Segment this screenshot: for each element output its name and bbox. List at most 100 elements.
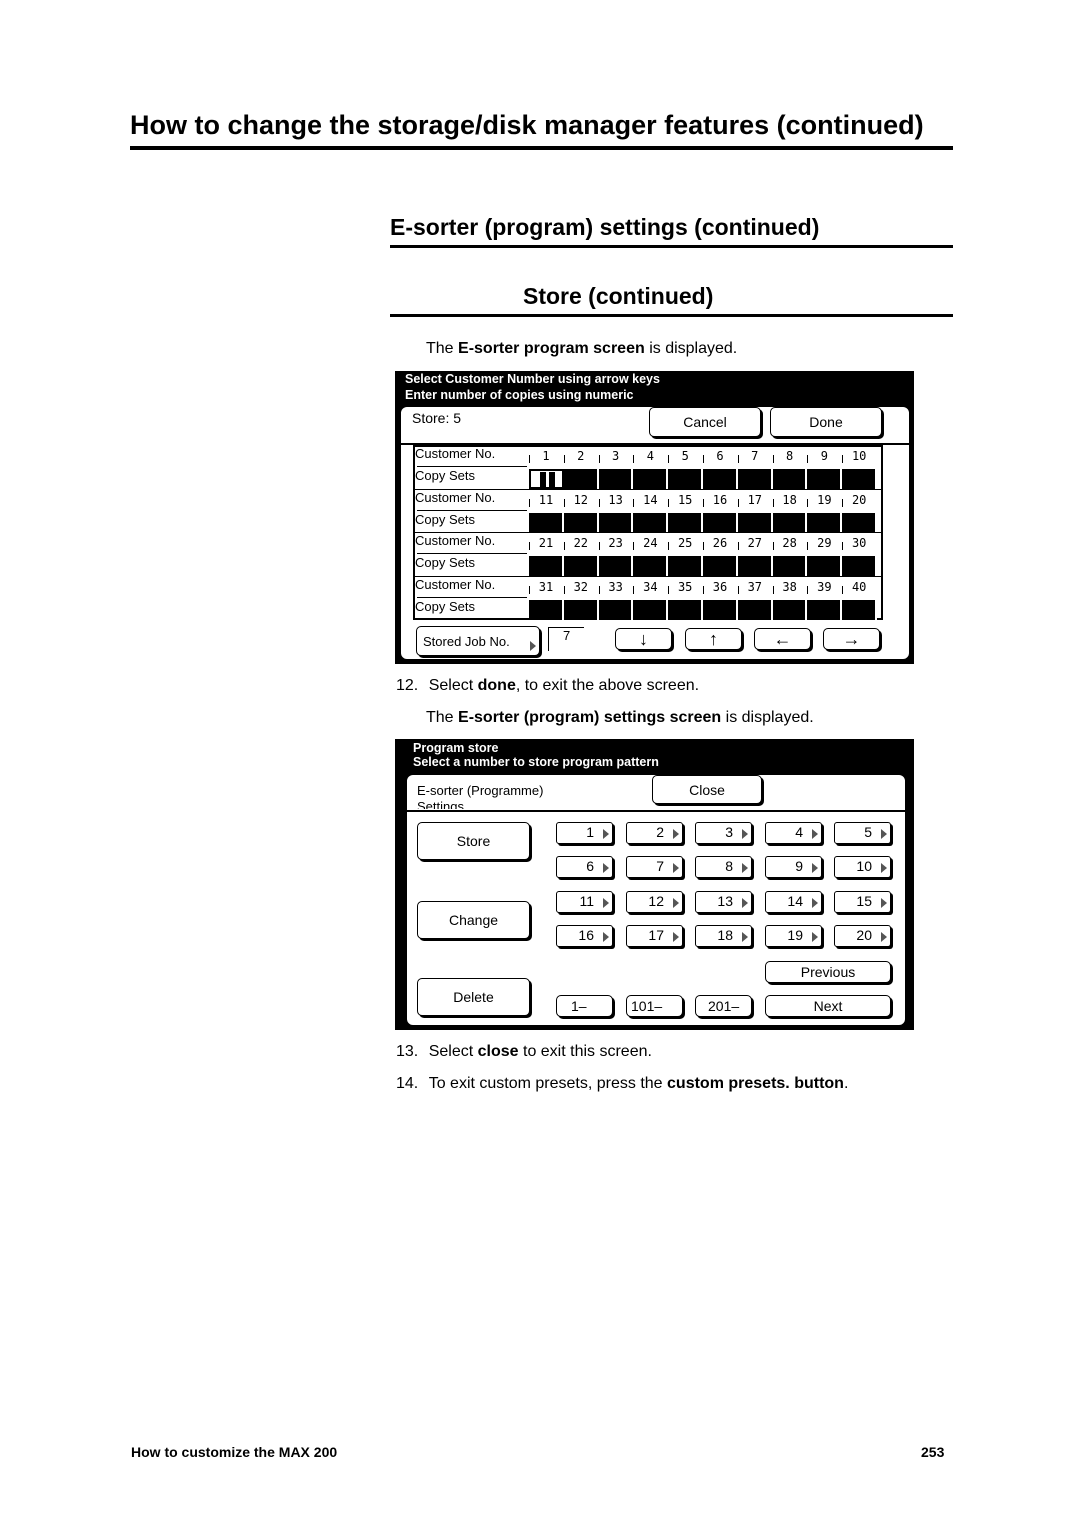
cancel-button[interactable]: Cancel <box>649 407 761 437</box>
customer-no-label: Customer No. <box>415 489 496 505</box>
arrow-left-button[interactable]: ← <box>754 628 811 650</box>
copy-sets-cell[interactable] <box>772 599 808 620</box>
copy-sets-cell[interactable] <box>668 599 703 620</box>
program-number-button[interactable]: 1 <box>556 822 613 844</box>
copy-sets-cell[interactable] <box>807 599 843 620</box>
stored-job-no-button[interactable]: Stored Job No. <box>416 626 540 656</box>
close-button[interactable]: Close <box>652 775 762 804</box>
customer-no-label: Customer No. <box>415 446 496 461</box>
copy-sets-cell[interactable] <box>529 556 564 576</box>
program-number-button[interactable]: 6 <box>556 856 613 878</box>
copy-sets-cell[interactable] <box>633 512 669 533</box>
delete-button[interactable]: Delete <box>417 978 530 1016</box>
step-14: 14. To exit custom presets, press the cu… <box>396 1075 849 1092</box>
customer-number: 2 <box>577 449 585 463</box>
store-button[interactable]: Store <box>417 822 530 860</box>
program-number-button[interactable]: 10 <box>834 856 891 878</box>
copy-sets-cell[interactable] <box>598 556 634 576</box>
program-number-button[interactable]: 11 <box>556 891 613 913</box>
program-number-button[interactable]: 19 <box>765 925 822 947</box>
copy-sets-cell[interactable] <box>598 512 634 533</box>
program-number-button[interactable]: 4 <box>765 822 822 844</box>
program-number-button[interactable]: 16 <box>556 925 613 947</box>
copy-sets-cell[interactable] <box>807 512 843 533</box>
triangle-right-icon <box>881 932 887 942</box>
screen-title: Program store <box>413 741 499 755</box>
range-1-button[interactable]: 1– <box>556 995 613 1017</box>
program-number-button[interactable]: 13 <box>695 891 752 913</box>
copy-sets-cell[interactable] <box>772 556 808 576</box>
copy-sets-cell[interactable] <box>772 512 808 533</box>
program-number-button[interactable]: 7 <box>626 856 683 878</box>
range-101-button[interactable]: 101– <box>626 995 683 1017</box>
next-button[interactable]: Next <box>765 995 891 1017</box>
copy-sets-cell[interactable] <box>668 469 703 489</box>
program-number-button[interactable]: 17 <box>626 925 683 947</box>
copy-sets-cell[interactable] <box>842 599 877 620</box>
program-number-button[interactable]: 9 <box>765 856 822 878</box>
copy-sets-cell[interactable] <box>668 512 703 533</box>
customer-number: 10 <box>851 449 867 463</box>
copy-sets-cell[interactable] <box>668 556 703 576</box>
copy-sets-cell[interactable] <box>737 469 773 489</box>
copy-sets-label: Copy Sets <box>415 555 475 570</box>
triangle-right-icon <box>742 898 748 908</box>
copy-sets-cell[interactable] <box>563 512 599 533</box>
program-number-button[interactable]: 8 <box>695 856 752 878</box>
copy-sets-cell[interactable] <box>529 512 564 533</box>
copy-sets-cell[interactable] <box>703 469 738 489</box>
copy-sets-cell[interactable] <box>598 599 634 620</box>
screen-instruction-2: Enter number of copies using numeric <box>405 388 634 402</box>
program-number-button[interactable]: 14 <box>765 891 822 913</box>
done-button[interactable]: Done <box>770 407 882 437</box>
copy-sets-cell[interactable] <box>807 556 843 576</box>
copy-sets-cell[interactable] <box>807 469 843 489</box>
copy-sets-cell[interactable] <box>842 556 877 576</box>
customer-number: 11 <box>538 492 554 507</box>
copy-sets-cell[interactable] <box>633 469 669 489</box>
customer-number: 24 <box>643 536 658 550</box>
copy-sets-cell[interactable] <box>563 469 599 489</box>
customer-number: 3 <box>611 449 620 463</box>
program-number-button[interactable]: 18 <box>695 925 752 947</box>
copy-sets-cell[interactable] <box>703 556 738 576</box>
customer-number: 6 <box>716 449 724 463</box>
copy-sets-cell[interactable] <box>598 469 634 489</box>
copy-sets-cell[interactable] <box>703 599 738 620</box>
arrow-right-icon: → <box>842 628 861 649</box>
customer-number: 19 <box>817 492 832 507</box>
program-number-button[interactable]: 5 <box>834 822 891 844</box>
copy-sets-cell[interactable] <box>563 556 599 576</box>
copy-sets-cell[interactable] <box>529 469 564 489</box>
triangle-right-icon <box>673 829 679 839</box>
copy-sets-cell[interactable] <box>737 512 773 533</box>
program-number-button[interactable]: 12 <box>626 891 683 913</box>
customer-number: 31 <box>538 579 554 594</box>
customer-number: 1 <box>542 449 550 463</box>
copy-sets-cell[interactable] <box>737 599 773 620</box>
copy-sets-cell[interactable] <box>633 599 669 620</box>
copy-sets-cell[interactable] <box>703 512 738 533</box>
program-number-button[interactable]: 15 <box>834 891 891 913</box>
arrow-up-button[interactable]: ↑ <box>685 628 742 650</box>
copy-sets-cell[interactable] <box>563 599 599 620</box>
customer-number: 33 <box>608 579 623 594</box>
copy-sets-cell[interactable] <box>772 469 808 489</box>
arrow-right-button[interactable]: → <box>823 628 880 650</box>
copy-sets-cell[interactable] <box>842 469 877 489</box>
range-201-button[interactable]: 201– <box>695 995 752 1017</box>
program-number-button[interactable]: 20 <box>834 925 891 947</box>
copy-sets-cell[interactable] <box>529 599 564 620</box>
triangle-right-icon <box>603 863 609 873</box>
program-number-button[interactable]: 3 <box>695 822 752 844</box>
customer-number: 27 <box>747 536 763 550</box>
triangle-right-icon <box>603 898 609 908</box>
copy-sets-cell[interactable] <box>842 512 877 533</box>
copy-sets-cell[interactable] <box>633 556 669 576</box>
previous-button[interactable]: Previous <box>765 961 891 983</box>
program-number-button[interactable]: 2 <box>626 822 683 844</box>
arrow-down-button[interactable]: ↓ <box>615 628 672 650</box>
stored-job-no-field[interactable]: 7 <box>548 627 584 651</box>
change-button[interactable]: Change <box>417 901 530 939</box>
copy-sets-cell[interactable] <box>737 556 773 576</box>
